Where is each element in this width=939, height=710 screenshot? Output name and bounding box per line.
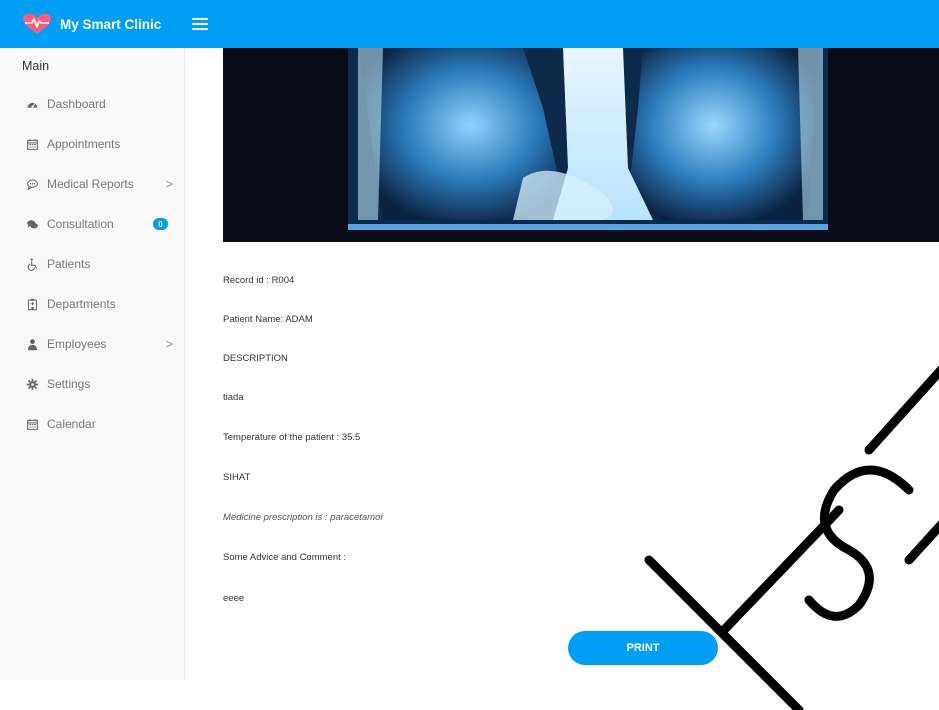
calendar-icon: [24, 416, 40, 432]
comment-icon: [24, 176, 40, 192]
app-title: My Smart Clinic: [60, 16, 162, 32]
calendar-icon: [24, 136, 40, 152]
sidebar-item-settings[interactable]: Settings: [0, 372, 185, 396]
chest-xray-image: [223, 48, 939, 242]
sidebar-item-dashboard[interactable]: Dashboard: [0, 92, 185, 116]
medicine-prescription: Medicine prescription is : paracetamol: [223, 512, 383, 523]
advice-text: eeee: [223, 593, 245, 604]
sidebar-item-employees[interactable]: Employees >: [0, 332, 185, 356]
user-icon: [24, 336, 40, 352]
sidebar-item-patients[interactable]: Patients: [0, 252, 185, 276]
print-button[interactable]: PRINT: [568, 631, 718, 665]
sidebar-item-departments[interactable]: Departments: [0, 292, 185, 316]
sidebar-heading: Main: [22, 59, 50, 73]
sidebar: Main Dashboard Appointments Medical Repo…: [0, 48, 185, 680]
chevron-right-icon: >: [166, 177, 174, 191]
sidebar-item-consultation[interactable]: Consultation 0: [0, 212, 185, 236]
sidebar-item-label: Appointments: [47, 137, 121, 151]
record-id: Record id : R004: [223, 275, 295, 286]
sidebar-item-label: Employees: [47, 337, 107, 351]
heart-pulse-icon: [23, 13, 51, 34]
wheelchair-icon: [24, 256, 40, 272]
advice-heading: Some Advice and Comment :: [223, 552, 347, 563]
sidebar-item-medical-reports[interactable]: Medical Reports >: [0, 172, 185, 196]
sidebar-item-label: Medical Reports: [47, 177, 134, 191]
notification-badge: 0: [153, 218, 168, 230]
sidebar-item-label: Calendar: [47, 417, 96, 431]
hospital-icon: [24, 296, 40, 312]
temperature: Temperature of the patient : 35.5: [223, 432, 361, 443]
brand-logo-link[interactable]: My Smart Clinic: [0, 0, 186, 48]
main-content: Record id : R004 Patient Name: ADAM DESC…: [205, 48, 939, 680]
sidebar-item-label: Patients: [47, 257, 91, 271]
dashboard-icon: [24, 96, 40, 112]
comments-icon: [24, 216, 40, 232]
sidebar-item-appointments[interactable]: Appointments: [0, 132, 185, 156]
chevron-right-icon: >: [166, 337, 174, 351]
description-heading: DESCRIPTION: [223, 353, 288, 364]
top-navbar: My Smart Clinic: [0, 0, 939, 48]
sidebar-item-label: Consultation: [47, 217, 114, 231]
hamburger-icon[interactable]: [192, 18, 208, 30]
sidebar-item-calendar[interactable]: Calendar: [0, 412, 185, 436]
cog-icon: [24, 376, 40, 392]
patient-name: Patient Name: ADAM: [223, 314, 313, 325]
sidebar-item-label: Dashboard: [47, 97, 106, 111]
sidebar-item-label: Departments: [47, 297, 116, 311]
sidebar-item-label: Settings: [47, 377, 91, 391]
description-text: tiada: [223, 392, 244, 403]
health-status: SIHAT: [223, 472, 251, 483]
